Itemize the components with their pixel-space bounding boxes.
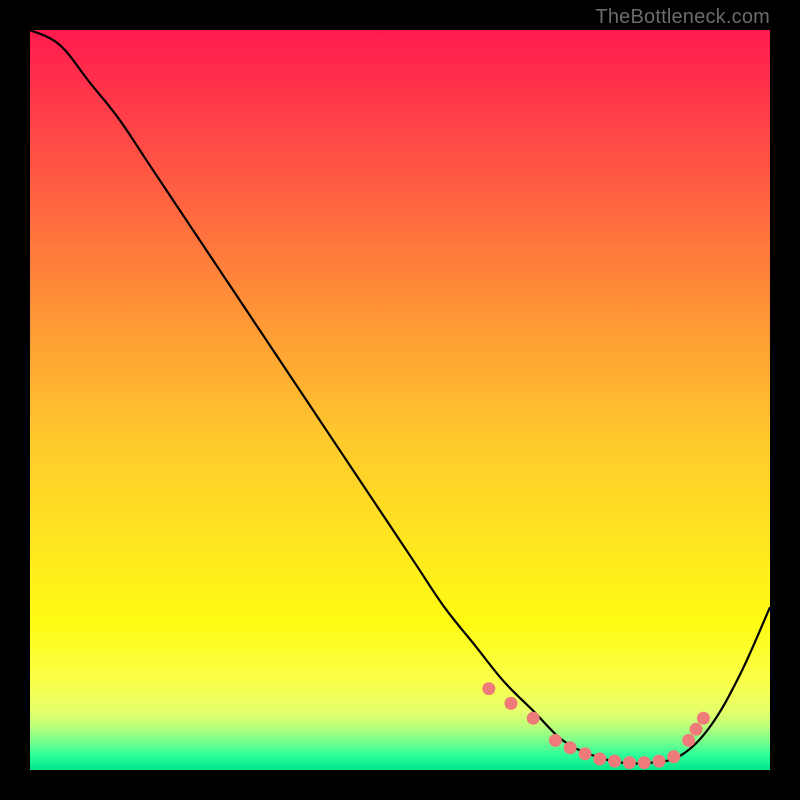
chart-gradient-background	[30, 30, 770, 770]
chart-root: TheBottleneck.com	[0, 0, 800, 800]
watermark-label: TheBottleneck.com	[595, 6, 770, 29]
